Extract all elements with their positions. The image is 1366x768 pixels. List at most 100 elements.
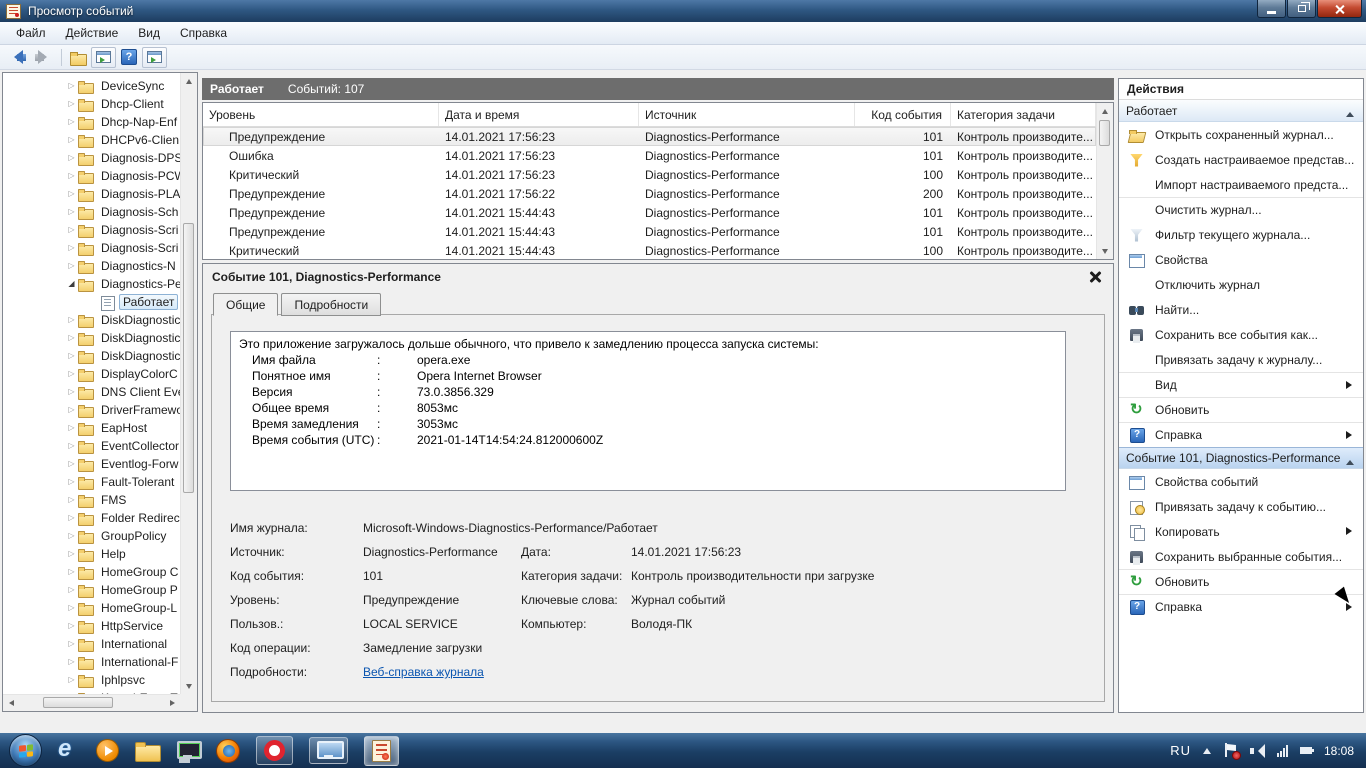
expander-icon[interactable]	[65, 545, 78, 563]
scroll-down-icon[interactable]	[1097, 243, 1113, 259]
expander-icon[interactable]	[65, 149, 78, 167]
expander-icon[interactable]	[65, 455, 78, 473]
tree-item[interactable]: HomeGroup C	[3, 563, 180, 581]
network-signal-icon[interactable]	[1277, 745, 1288, 757]
action-item[interactable]: Вид	[1119, 372, 1363, 397]
export-log-icon[interactable]	[70, 51, 86, 64]
web-help-link[interactable]: Веб-справка журнала	[363, 665, 484, 679]
event-description-box[interactable]: Это приложение загружалось дольше обычно…	[230, 331, 1066, 491]
action-item[interactable]: Найти...	[1119, 297, 1363, 322]
expander-icon[interactable]	[65, 581, 78, 599]
opera-taskbar-button[interactable]	[256, 736, 293, 765]
expander-icon[interactable]	[65, 401, 78, 419]
action-center-flag-icon[interactable]	[1223, 743, 1238, 758]
expander-icon[interactable]	[65, 347, 78, 365]
show-console-tree-button[interactable]	[91, 47, 116, 68]
tree-item[interactable]: Eventlog-Forw	[3, 455, 180, 473]
clock[interactable]: 18:08	[1324, 744, 1354, 758]
action-item[interactable]: Сохранить выбранные события...	[1119, 544, 1363, 569]
tree-item[interactable]: Diagnosis-Sch	[3, 203, 180, 221]
close-button[interactable]	[1317, 0, 1362, 18]
show-action-pane-button[interactable]	[142, 47, 167, 68]
expander-icon[interactable]	[65, 527, 78, 545]
tree-item[interactable]: DiskDiagnostic	[3, 311, 180, 329]
column-datetime[interactable]: Дата и время	[439, 103, 639, 126]
action-item[interactable]: Фильтр текущего журнала...	[1119, 222, 1363, 247]
event-row[interactable]: Предупреждение 14.01.2021 15:44:43 Diagn…	[203, 222, 1096, 241]
expander-icon[interactable]	[65, 167, 78, 185]
expander-icon[interactable]	[65, 635, 78, 653]
event-viewer-taskbar-button[interactable]	[364, 736, 399, 766]
tree-item[interactable]: Diagnosis-Scri	[3, 239, 180, 257]
expander-icon[interactable]	[65, 329, 78, 347]
expander-icon[interactable]	[65, 131, 78, 149]
action-item[interactable]: Сохранить все события как...	[1119, 322, 1363, 347]
tree-item[interactable]: Diagnosis-DPS	[3, 149, 180, 167]
scrollbar-thumb[interactable]	[183, 223, 194, 493]
computer-icon[interactable]	[176, 741, 200, 761]
tab-details[interactable]: Подробности	[281, 293, 381, 316]
firefox-icon[interactable]	[216, 739, 240, 763]
column-level[interactable]: Уровень	[203, 103, 439, 126]
action-item[interactable]: Справка	[1119, 594, 1363, 619]
tree-item[interactable]: DNS Client Eve	[3, 383, 180, 401]
back-icon[interactable]	[8, 50, 28, 65]
collapse-icon[interactable]	[1346, 108, 1354, 117]
tree-item[interactable]: Diagnostics-Pe	[3, 275, 180, 293]
menu-action[interactable]: Действие	[56, 23, 129, 43]
tree-item[interactable]: Diagnostics-N	[3, 257, 180, 275]
volume-icon[interactable]	[1250, 744, 1265, 757]
tree-item[interactable]: EventCollector	[3, 437, 180, 455]
scroll-up-icon[interactable]	[181, 73, 197, 89]
event-row[interactable]: Ошибка 14.01.2021 17:56:23 Diagnostics-P…	[203, 146, 1096, 165]
media-player-icon[interactable]	[96, 739, 119, 762]
action-item[interactable]: Свойства	[1119, 247, 1363, 272]
action-item[interactable]: Создать настраиваемое представ...	[1119, 147, 1363, 172]
remote-display-taskbar-button[interactable]	[309, 737, 348, 764]
tree-item[interactable]: DisplayColorC	[3, 365, 180, 383]
action-item[interactable]: Обновить	[1119, 397, 1363, 422]
menu-help[interactable]: Справка	[170, 23, 237, 43]
tree-item[interactable]: DiskDiagnostic	[3, 329, 180, 347]
event-row[interactable]: Предупреждение 14.01.2021 17:56:23 Diagn…	[203, 127, 1096, 146]
expander-icon[interactable]	[65, 671, 78, 689]
tree-item[interactable]: Diagnosis-PCW	[3, 167, 180, 185]
action-item[interactable]: Отключить журнал	[1119, 272, 1363, 297]
actions-section-event[interactable]: Событие 101, Diagnostics-Performance	[1119, 447, 1363, 469]
tab-general[interactable]: Общие	[213, 293, 278, 316]
event-row[interactable]: Предупреждение 14.01.2021 17:56:22 Diagn…	[203, 184, 1096, 203]
expander-icon[interactable]	[65, 239, 78, 257]
column-source[interactable]: Источник	[639, 103, 855, 126]
action-item[interactable]: Очистить журнал...	[1119, 197, 1363, 222]
close-icon[interactable]	[1089, 270, 1102, 283]
expander-icon[interactable]	[65, 563, 78, 581]
expander-icon[interactable]	[65, 113, 78, 131]
tree-item[interactable]: DeviceSync	[3, 77, 180, 95]
battery-icon[interactable]	[1300, 747, 1312, 754]
tree-item[interactable]: HomeGroup-L	[3, 599, 180, 617]
expander-icon[interactable]	[65, 653, 78, 671]
expander-icon[interactable]	[65, 617, 78, 635]
expander-icon[interactable]	[65, 599, 78, 617]
tree-item[interactable]: EapHost	[3, 419, 180, 437]
action-item[interactable]: Привязать задачу к событию...	[1119, 494, 1363, 519]
start-button[interactable]	[9, 734, 42, 767]
action-item[interactable]: Открыть сохраненный журнал...	[1119, 122, 1363, 147]
tree-item[interactable]: GroupPolicy	[3, 527, 180, 545]
help-icon[interactable]	[121, 49, 137, 65]
action-item[interactable]: Обновить	[1119, 569, 1363, 594]
tree-item[interactable]: Iphlpsvc	[3, 671, 180, 689]
tree-item[interactable]: Dhcp-Client	[3, 95, 180, 113]
collapse-icon[interactable]	[1346, 456, 1354, 465]
tree-item[interactable]: HttpService	[3, 617, 180, 635]
event-row[interactable]: Критический 14.01.2021 17:56:23 Diagnost…	[203, 165, 1096, 184]
expander-icon[interactable]	[65, 275, 78, 293]
hidden-icons-chevron-icon[interactable]	[1203, 744, 1211, 754]
expander-icon[interactable]	[65, 203, 78, 221]
expander-icon[interactable]	[65, 77, 78, 95]
tree-item[interactable]: DriverFramewo	[3, 401, 180, 419]
tree-item[interactable]: Diagnosis-PLA	[3, 185, 180, 203]
tree-vertical-scrollbar[interactable]	[180, 73, 197, 694]
expander-icon[interactable]	[65, 509, 78, 527]
tree-item[interactable]: FMS	[3, 491, 180, 509]
